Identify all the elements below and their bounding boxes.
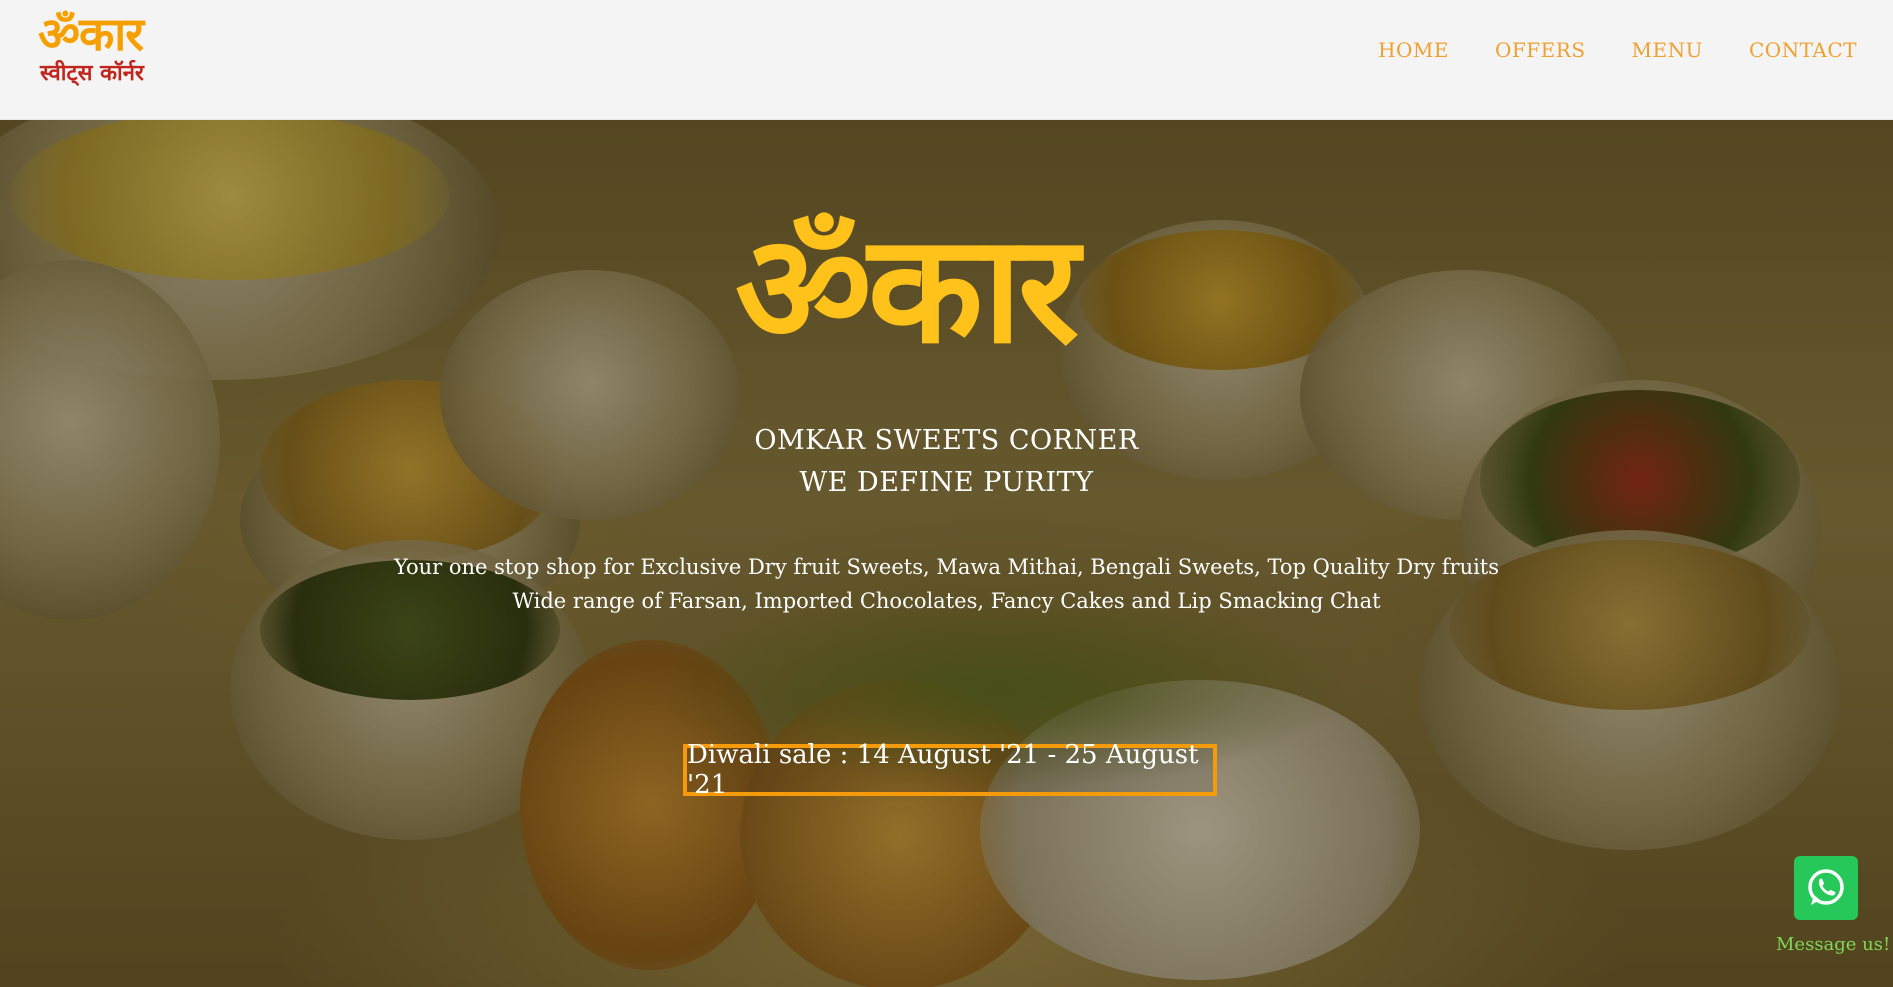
hero-banner: ॐकार OMKAR SWEETS CORNER WE DEFINE PURIT… bbox=[0, 120, 1893, 987]
whatsapp-label[interactable]: Message us! bbox=[1776, 934, 1890, 955]
nav-menu[interactable]: MENU bbox=[1632, 38, 1703, 62]
nav-offers[interactable]: OFFERS bbox=[1495, 38, 1586, 62]
hero-tagline: WE DEFINE PURITY bbox=[799, 467, 1094, 498]
sale-banner: Diwali sale : 14 August '21 - 25 August … bbox=[683, 740, 1217, 800]
whatsapp-icon bbox=[1808, 869, 1844, 905]
whatsapp-button[interactable] bbox=[1794, 856, 1858, 920]
hero-description-line2: Wide range of Farsan, Imported Chocolate… bbox=[512, 589, 1381, 613]
nav-home[interactable]: HOME bbox=[1378, 38, 1449, 62]
main-nav: HOME OFFERS MENU CONTACT bbox=[1378, 38, 1857, 62]
logo-sub-text: स्वीट्स कॉर्नर bbox=[40, 61, 144, 86]
logo-main-text: ॐकार bbox=[38, 7, 144, 61]
nav-contact[interactable]: CONTACT bbox=[1749, 38, 1857, 62]
site-header: ॐकार स्वीट्स कॉर्नर HOME OFFERS MENU CON… bbox=[0, 0, 1893, 120]
hero-description-line1: Your one stop shop for Exclusive Dry fru… bbox=[393, 555, 1500, 579]
site-logo[interactable]: ॐकार स्वीट्स कॉर्नर bbox=[38, 8, 198, 100]
hero-logo: ॐकार bbox=[735, 203, 1079, 377]
hero-title: OMKAR SWEETS CORNER bbox=[754, 425, 1139, 456]
